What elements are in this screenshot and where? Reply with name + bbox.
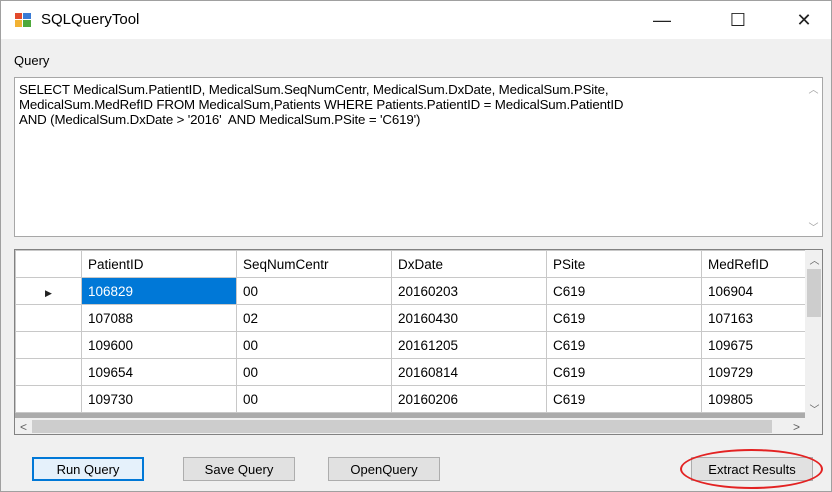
table-cell[interactable]: 107088 xyxy=(81,304,237,332)
table-row[interactable]: 109600 00 20161205 C619 109675 xyxy=(15,331,806,359)
table-cell[interactable]: 02 xyxy=(236,304,392,332)
row-header[interactable]: ▶ xyxy=(15,277,82,305)
query-vertical-scrollbar[interactable]: ︿ ﹀ xyxy=(805,78,822,236)
row-header[interactable] xyxy=(15,331,82,359)
column-header-seqnumcentr[interactable]: SeqNumCentr xyxy=(236,250,392,278)
minimize-button[interactable]: — xyxy=(639,1,685,39)
table-cell[interactable]: 20161205 xyxy=(391,331,547,359)
annotation-circle xyxy=(680,449,823,489)
table-row[interactable]: 109654 00 20160814 C619 109729 xyxy=(15,358,806,386)
grid-horizontal-scrollbar[interactable]: < > xyxy=(15,418,805,434)
results-grid[interactable]: PatientID SeqNumCentr DxDate PSite MedRe… xyxy=(14,249,823,435)
table-cell[interactable]: 106904 xyxy=(701,277,806,305)
table-row[interactable]: ▶ 106829 00 20160203 C619 106904 xyxy=(15,277,806,305)
table-cell[interactable]: C619 xyxy=(546,277,702,305)
scroll-down-icon[interactable]: ﹀ xyxy=(806,400,822,417)
column-header-medrefid[interactable]: MedRefID xyxy=(701,250,806,278)
grid-vertical-scrollbar[interactable]: ︿ ﹀ xyxy=(805,250,822,418)
table-cell[interactable]: C619 xyxy=(546,331,702,359)
current-row-icon: ▶ xyxy=(45,287,52,298)
table-cell[interactable]: 20160814 xyxy=(391,358,547,386)
column-header-dxdate[interactable]: DxDate xyxy=(391,250,547,278)
table-cell[interactable]: 109654 xyxy=(81,358,237,386)
table-cell[interactable]: 20160206 xyxy=(391,385,547,413)
table-cell[interactable]: C619 xyxy=(546,385,702,413)
table-row[interactable]: 107088 02 20160430 C619 107163 xyxy=(15,304,806,332)
query-textbox[interactable]: SELECT MedicalSum.PatientID, MedicalSum.… xyxy=(14,77,823,237)
sqlquerytool-window: SQLQueryTool — ☐ ✕ Query SELECT MedicalS… xyxy=(0,0,832,492)
close-button[interactable]: ✕ xyxy=(781,1,827,39)
scroll-up-icon[interactable]: ︿ xyxy=(805,80,822,97)
title-bar: SQLQueryTool — ☐ ✕ xyxy=(1,1,831,39)
table-cell[interactable]: 20160430 xyxy=(391,304,547,332)
table-cell[interactable]: 109805 xyxy=(701,385,806,413)
maximize-button[interactable]: ☐ xyxy=(715,1,761,39)
run-query-button[interactable]: Run Query xyxy=(32,457,144,481)
table-cell[interactable]: 00 xyxy=(236,277,392,305)
table-row[interactable]: 109730 00 20160206 C619 109805 xyxy=(15,385,806,413)
scroll-left-icon[interactable]: < xyxy=(15,418,32,434)
column-header-patientid[interactable]: PatientID xyxy=(81,250,237,278)
row-header[interactable] xyxy=(15,304,82,332)
table-cell[interactable]: C619 xyxy=(546,304,702,332)
horizontal-scroll-thumb[interactable] xyxy=(32,420,772,433)
table-cell[interactable]: 107163 xyxy=(701,304,806,332)
header-row: PatientID SeqNumCentr DxDate PSite MedRe… xyxy=(15,250,806,278)
table-cell[interactable]: 109730 xyxy=(81,385,237,413)
row-header[interactable] xyxy=(15,358,82,386)
scroll-up-icon[interactable]: ︿ xyxy=(806,251,822,268)
scrollbar-corner xyxy=(805,418,822,434)
table-cell[interactable]: 00 xyxy=(236,358,392,386)
table-cell[interactable]: C619 xyxy=(546,358,702,386)
row-header[interactable] xyxy=(15,385,82,413)
app-icon xyxy=(15,13,31,27)
column-header-psite[interactable]: PSite xyxy=(546,250,702,278)
query-text[interactable]: SELECT MedicalSum.PatientID, MedicalSum.… xyxy=(19,82,799,127)
table-cell[interactable]: 109729 xyxy=(701,358,806,386)
scroll-down-icon[interactable]: ﹀ xyxy=(805,218,822,235)
table-cell[interactable]: 109675 xyxy=(701,331,806,359)
save-query-button[interactable]: Save Query xyxy=(183,457,295,481)
table-cell[interactable]: 20160203 xyxy=(391,277,547,305)
open-query-button[interactable]: OpenQuery xyxy=(328,457,440,481)
query-label: Query xyxy=(14,53,50,68)
table-cell[interactable]: 00 xyxy=(236,385,392,413)
table-cell[interactable]: 109600 xyxy=(81,331,237,359)
table-cell[interactable]: 00 xyxy=(236,331,392,359)
window-title: SQLQueryTool xyxy=(41,11,140,28)
vertical-scroll-thumb[interactable] xyxy=(807,269,821,317)
scroll-right-icon[interactable]: > xyxy=(788,418,805,434)
results-table: PatientID SeqNumCentr DxDate PSite MedRe… xyxy=(15,250,806,413)
table-cell[interactable]: 106829 xyxy=(81,277,237,305)
row-header-corner[interactable] xyxy=(15,250,82,278)
